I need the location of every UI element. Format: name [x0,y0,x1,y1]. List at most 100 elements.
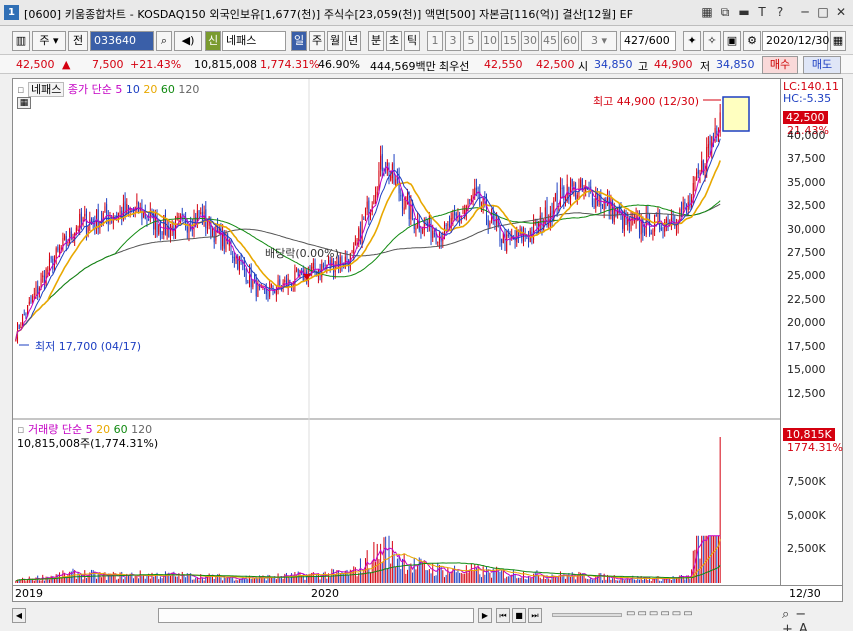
volume-bar [237,580,239,583]
price-tick-label: 22,500 [787,292,826,306]
panel-icon[interactable]: ▬ [736,5,752,20]
save-icon[interactable]: ▣ [723,31,741,51]
help-icon[interactable]: ? [772,5,788,20]
maximize-icon[interactable]: □ [815,5,831,20]
zoom-controls-icon[interactable]: ⌕−+A [782,607,843,631]
speaker-icon[interactable]: ◀) [174,31,202,51]
period-second[interactable]: 초 [386,31,402,51]
prev-button[interactable]: 전 [68,31,88,51]
volume-bar [544,579,546,583]
settings-icon[interactable]: ⚙ [743,31,761,51]
volume-bar [464,573,466,583]
volume-bar [222,580,224,583]
chart-area[interactable]: ▫ 네패스 종가 단순 5 10 20 60 120 ▦ 최고 44,900 (… [12,78,781,586]
volume-bar [504,578,506,583]
candle-body [376,191,378,195]
speed-slider[interactable] [552,613,622,617]
stock-type-value: 주 [39,34,50,47]
link-icon[interactable]: ⧉ [717,5,733,20]
price-panel-name[interactable]: 네패스 [27,82,65,97]
volume-bar [30,579,32,583]
volume-bar [245,575,247,583]
interval-10[interactable]: 10 [481,31,499,51]
volume-bar [316,573,318,583]
period-minute[interactable]: 분 [368,31,384,51]
count-input[interactable]: 427/600 [620,31,676,51]
sell-button[interactable]: 매도 [803,56,841,74]
volume-bar [159,576,161,583]
candle-body [50,257,52,259]
candle-body [501,238,503,243]
volume-bar [390,563,392,583]
table-icon[interactable]: ▦ [17,97,31,109]
interval-1[interactable]: 1 [427,31,443,51]
close-icon[interactable]: ✕ [833,5,849,20]
candle-body [248,270,250,284]
layout-icon[interactable]: ▦ [699,5,715,20]
candle-body [489,222,491,226]
legend-square-icon: ▫ [17,83,25,96]
interval-15[interactable]: 15 [501,31,519,51]
volume-bar [443,577,445,583]
stock-type-select[interactable]: 주 ▾ [32,31,66,51]
buy-button[interactable]: 매수 [762,56,798,74]
candle-body [487,219,489,227]
volume-bar [133,578,135,583]
scroll-thumb[interactable] [158,608,474,623]
volume-bar [149,578,151,583]
volume-bar [80,574,82,583]
volume-bar [566,575,568,583]
volume-bar [432,563,434,583]
period-week[interactable]: 주 [309,31,325,51]
candle-body [430,219,432,238]
period-day[interactable]: 일 [291,31,307,51]
candle-body [469,199,471,201]
zoom-out-icon[interactable]: ✧ [703,31,721,51]
volume-bar [462,573,464,583]
volume-bar [67,574,69,583]
candle-body [77,229,79,231]
volume-bar [321,576,323,583]
stop-icon[interactable]: ■ [512,608,526,623]
custom-interval-select[interactable]: 3 ▾ [581,31,617,51]
volume-bar [484,574,486,583]
volume-bar [497,570,499,583]
candle-body [400,195,402,197]
date-input[interactable]: 2020/12/30 [762,31,829,51]
price-axis[interactable]: LC:140.11 HC:-5.35 42,500 21.43% 40,000 3… [781,78,843,586]
period-year[interactable]: 년 [345,31,361,51]
zoom-in-icon[interactable]: ✦ [683,31,701,51]
candle-body [90,219,92,221]
grid-icon[interactable]: ▥ [12,31,30,51]
volume-bar [373,542,375,583]
first-icon[interactable]: ⏮ [496,608,510,623]
volume-bar [509,576,511,583]
interval-5[interactable]: 5 [463,31,479,51]
last-icon[interactable]: ⏭ [528,608,542,623]
text-icon[interactable]: T [754,5,770,20]
candle-body [181,213,183,215]
stock-code-input[interactable]: 033640 [90,31,154,51]
volume-bar [400,569,402,583]
candle-body [297,268,299,276]
calendar-icon[interactable]: ▦ [830,31,846,51]
chart-tool-icons[interactable]: ▭▭▭▭▭▭ [626,608,716,623]
period-tick[interactable]: 틱 [404,31,420,51]
volume-bar [196,578,198,583]
interval-45[interactable]: 45 [541,31,559,51]
interval-60[interactable]: 60 [561,31,579,51]
minimize-icon[interactable]: ─ [797,5,813,20]
search-icon[interactable]: ⌕ [156,31,172,51]
scroll-right-icon[interactable]: ▶ [478,608,492,623]
volume-bar [304,579,306,583]
interval-3[interactable]: 3 [445,31,461,51]
candle-body [119,210,121,214]
scroll-left-icon[interactable]: ◀ [12,608,26,623]
candle-body [571,179,573,187]
interval-30[interactable]: 30 [521,31,539,51]
volume-bar [425,570,427,583]
scrollbar[interactable]: ◀ ▶ ⏮ ■ ⏭ ▭▭▭▭▭▭ ⌕−+A [12,606,843,631]
period-month[interactable]: 월 [327,31,343,51]
volume-bar [50,575,52,583]
volume-bar [704,535,706,583]
